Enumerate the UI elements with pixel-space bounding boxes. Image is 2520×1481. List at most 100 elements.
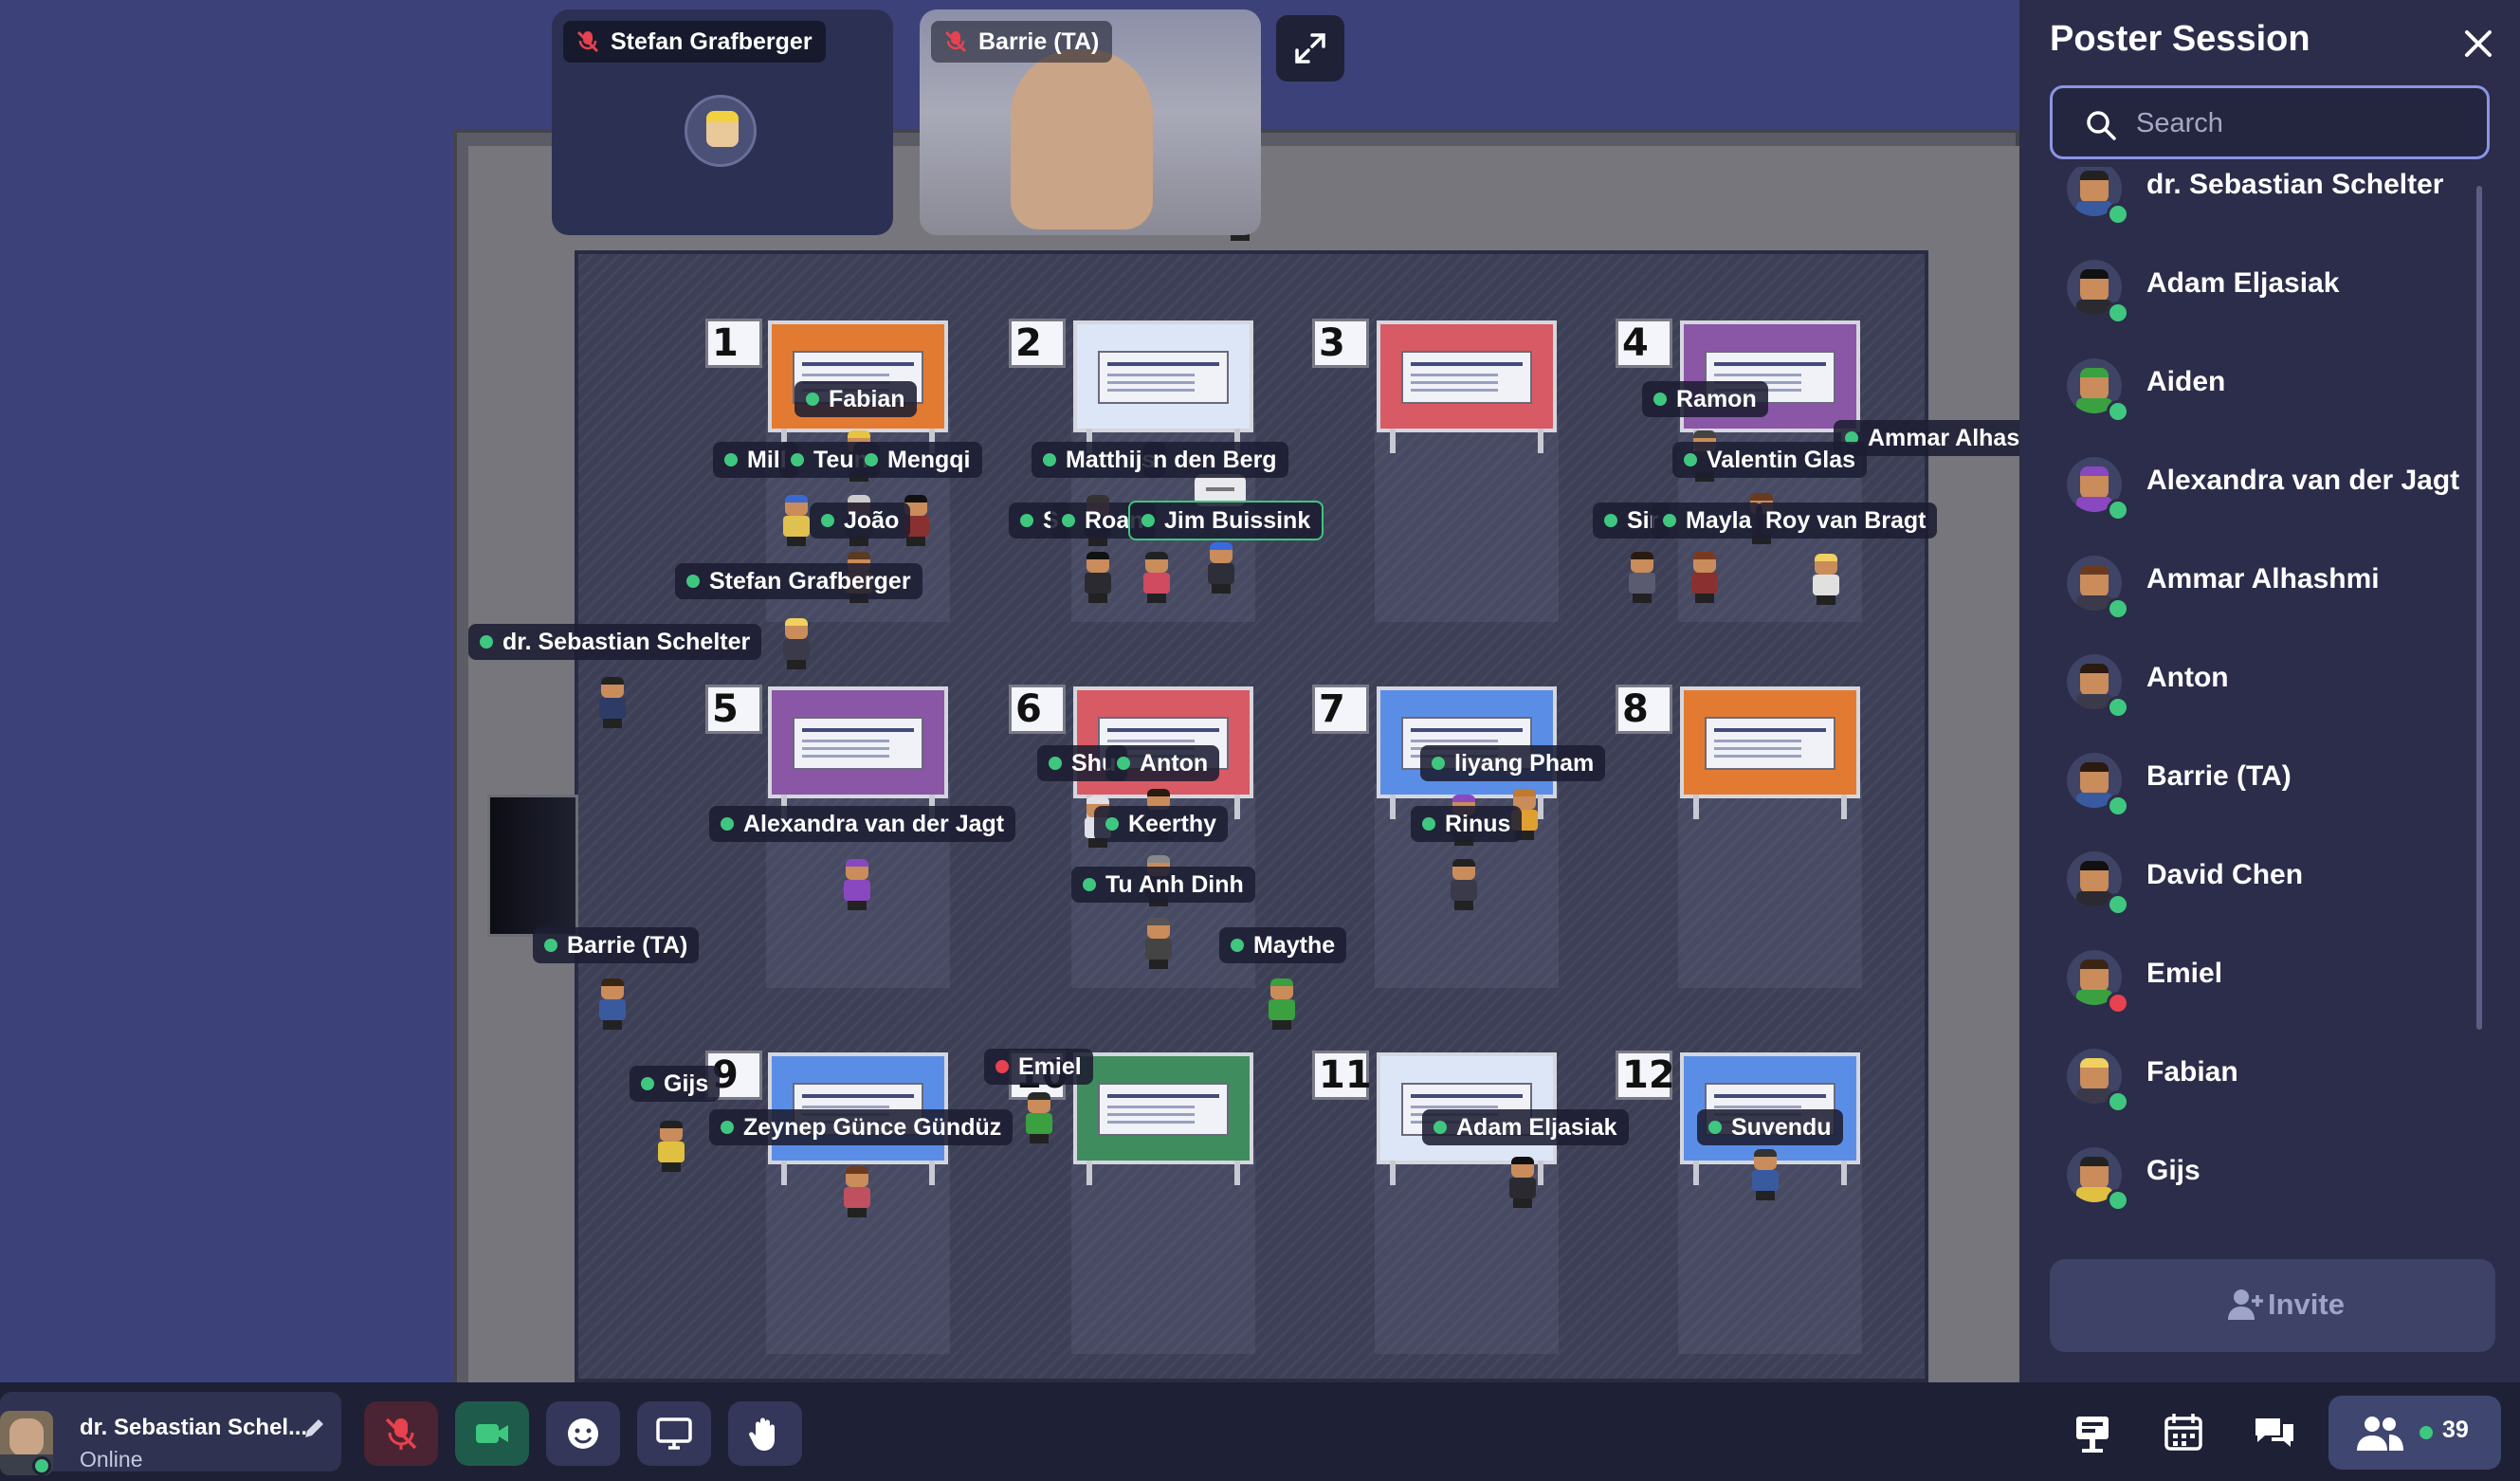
monitor-icon [656, 1417, 692, 1450]
chat-icon[interactable] [2251, 1409, 2298, 1456]
name-tag[interactable]: Ramon [1642, 381, 1768, 417]
camera-button[interactable] [455, 1401, 529, 1466]
name-tag[interactable]: Emiel [984, 1049, 1093, 1085]
participant-row[interactable]: dr. Sebastian Schelter [2019, 167, 2520, 239]
poster-2[interactable] [1073, 320, 1253, 453]
avatar[interactable] [779, 616, 813, 669]
poster-board-icon[interactable] [2069, 1409, 2116, 1456]
avatar[interactable] [1140, 550, 1174, 603]
participant-row[interactable]: Gijs [2019, 1126, 2520, 1225]
participant-row[interactable]: Alexandra van der Jagt [2019, 436, 2520, 535]
name-tag[interactable]: Anton [1105, 745, 1220, 781]
name-tag[interactable]: Alexandra van der Jagt [709, 806, 1016, 842]
avatar[interactable] [1081, 550, 1115, 603]
name-tag[interactable]: Gijs [630, 1066, 721, 1102]
poster-3[interactable] [1377, 320, 1557, 453]
avatar[interactable] [654, 1119, 688, 1172]
online-status-icon [806, 393, 819, 406]
poster-8[interactable] [1680, 686, 1860, 819]
avatar[interactable] [1809, 552, 1843, 605]
participant-row[interactable]: Fabian [2019, 1028, 2520, 1126]
name-tag[interactable]: Jim Buissink [1128, 501, 1324, 540]
user-card[interactable]: dr. Sebastian Schel... Online [0, 1392, 341, 1475]
name-tag[interactable]: liyang Pham [1420, 745, 1606, 781]
online-status-icon [1604, 514, 1617, 527]
expand-button[interactable] [1276, 15, 1344, 82]
online-status-icon [2107, 1090, 2129, 1113]
map-canvas[interactable]: 1 2 3 4 5 6 7 8 9 10 11 12 Fabian Mill T… [0, 0, 2019, 1382]
video-tile-barrie[interactable]: Barrie (TA) [920, 9, 1261, 235]
participant-list[interactable]: dr. Sebastian Schelter Adam Eljasiak Aid… [2019, 167, 2520, 1253]
name-tag[interactable]: Maythe [1219, 927, 1347, 963]
poster-11[interactable] [1377, 1052, 1557, 1185]
name-tag[interactable]: Tu Anh Dinh [1071, 867, 1255, 903]
avatar[interactable] [1748, 1147, 1782, 1200]
avatar[interactable] [1625, 550, 1659, 603]
video-tile-stefan[interactable]: Stefan Grafberger [552, 9, 893, 235]
close-icon[interactable] [2456, 21, 2501, 66]
avatar[interactable] [840, 857, 874, 910]
participant-row[interactable]: David Chen [2019, 831, 2520, 929]
avatar[interactable] [595, 675, 630, 728]
poster-5[interactable] [768, 686, 948, 819]
participants-button[interactable]: 39 [2328, 1396, 2501, 1470]
online-status-icon [1043, 453, 1056, 466]
online-status-icon [1117, 757, 1130, 770]
name-tag[interactable]: Roy van Bragt [1756, 503, 1938, 539]
name-tag[interactable]: João [810, 503, 911, 539]
emoji-button[interactable] [546, 1401, 620, 1466]
screen-share-button[interactable] [637, 1401, 711, 1466]
raise-hand-button[interactable] [728, 1401, 802, 1466]
poster-7[interactable] [1377, 686, 1557, 819]
name-tag[interactable]: Barrie (TA) [533, 927, 700, 963]
room-doorway [487, 795, 578, 937]
search-input[interactable] [2134, 100, 2460, 147]
pencil-icon[interactable] [301, 1417, 326, 1441]
avatar[interactable] [1506, 1155, 1540, 1208]
participant-row[interactable]: Aiden [2019, 338, 2520, 436]
mic-off-icon [385, 1417, 417, 1450]
avatar[interactable] [1022, 1090, 1056, 1143]
avatar[interactable] [1265, 977, 1299, 1030]
invite-button[interactable]: Invite [2050, 1259, 2495, 1352]
calendar-icon[interactable] [2160, 1409, 2207, 1456]
avatar[interactable] [1688, 550, 1722, 603]
avatar[interactable] [1447, 857, 1481, 910]
avatar[interactable] [779, 493, 813, 546]
search-icon [2087, 111, 2116, 140]
mic-off-icon [576, 30, 599, 53]
name-tag[interactable]: Suvendu [1697, 1109, 1843, 1145]
busy-status-icon [995, 1060, 1009, 1073]
name-tag[interactable]: dr. Sebastian Schelter [468, 624, 762, 660]
poster-9[interactable] [768, 1052, 948, 1185]
poster-10[interactable] [1073, 1052, 1253, 1185]
name-tag[interactable]: Fabian [794, 381, 917, 417]
participant-row[interactable]: Ammar Alhashmi [2019, 535, 2520, 633]
name-tag[interactable]: Keerthy [1094, 806, 1229, 842]
mute-mic-button[interactable] [364, 1401, 438, 1466]
name-tag[interactable]: Adam Eljasiak [1422, 1109, 1629, 1145]
avatar[interactable] [1204, 540, 1238, 594]
avatar [685, 95, 757, 167]
online-status-icon [1684, 453, 1697, 466]
booth-number: 4 [1616, 319, 1672, 368]
online-status-icon [1432, 757, 1445, 770]
participant-row[interactable]: Anton [2019, 633, 2520, 732]
participant-row[interactable]: Barrie (TA) [2019, 732, 2520, 831]
name-tag[interactable]: Valentin Glas [1672, 442, 1868, 478]
name-tag[interactable]: Mengqi [853, 442, 982, 478]
name-tag[interactable]: Rinus [1411, 806, 1523, 842]
avatar[interactable] [840, 1164, 874, 1217]
tile-name-badge: Barrie (TA) [931, 21, 1113, 63]
avatar[interactable] [1141, 916, 1176, 969]
poster-6[interactable] [1073, 686, 1253, 819]
name-tag[interactable]: Stefan Grafberger [675, 563, 922, 599]
scrollbar[interactable] [2476, 186, 2482, 1030]
name-tag[interactable]: Mayla [1652, 503, 1763, 539]
name-tag[interactable]: n den Berg [1143, 442, 1288, 478]
participant-row[interactable]: Emiel [2019, 929, 2520, 1028]
search-field[interactable] [2050, 85, 2490, 159]
participant-row[interactable]: Adam Eljasiak [2019, 239, 2520, 338]
avatar[interactable] [595, 977, 630, 1030]
name-tag[interactable]: Zeynep Günce Gündüz [709, 1109, 1013, 1145]
